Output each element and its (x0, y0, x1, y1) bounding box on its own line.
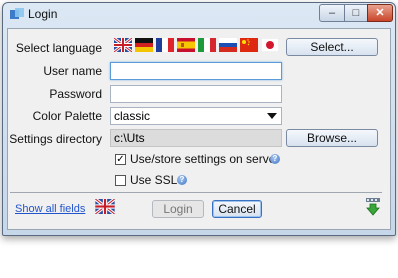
help-icon[interactable]: ? (270, 154, 280, 164)
cancel-button[interactable]: Cancel (212, 200, 262, 218)
username-input[interactable] (110, 62, 282, 80)
password-label: Password (49, 87, 102, 101)
english-uk-us-flag[interactable] (114, 38, 132, 52)
select-language-button[interactable]: Select... (286, 38, 378, 56)
window-title: Login (28, 7, 58, 21)
maximize-button[interactable]: □ (344, 4, 368, 22)
french-flag[interactable] (156, 38, 174, 52)
german-flag[interactable] (135, 38, 153, 52)
show-all-fields-link[interactable]: Show all fields (15, 203, 85, 215)
store-settings-label: Use/store settings on server (130, 152, 280, 166)
title-bar[interactable]: Login – □ ✕ (3, 3, 395, 25)
settings-directory-field[interactable]: c:\Uts (110, 129, 282, 147)
close-button[interactable]: ✕ (367, 4, 393, 22)
japanese-flag[interactable] (261, 38, 279, 52)
password-input[interactable] (110, 85, 282, 103)
download-arrow-icon[interactable] (365, 198, 381, 216)
help-icon[interactable]: ? (177, 175, 187, 185)
dropdown-arrow-icon[interactable] (267, 113, 277, 119)
color-palette-label: Color Palette (32, 109, 102, 123)
store-settings-checkbox[interactable]: ✓ (115, 154, 126, 165)
login-app-icon (10, 8, 24, 19)
browse-button[interactable]: Browse... (286, 129, 378, 147)
italian-flag[interactable] (198, 38, 216, 52)
language-label: Select language (15, 41, 102, 55)
chinese-flag[interactable] (240, 38, 258, 52)
english-uk-us-flag[interactable] (95, 199, 115, 214)
use-ssl-checkbox[interactable] (115, 175, 126, 186)
settings-directory-label: Settings directory (9, 132, 102, 146)
spanish-flag[interactable] (177, 38, 195, 52)
color-palette-select[interactable]: classic (110, 107, 282, 125)
minimize-button[interactable]: – (319, 4, 345, 22)
russian-flag[interactable] (219, 38, 237, 52)
color-palette-value: classic (114, 109, 151, 123)
login-button[interactable]: Login (152, 200, 204, 218)
use-ssl-label: Use SSL (130, 173, 178, 187)
username-label: User name (43, 64, 102, 78)
separator (10, 192, 382, 193)
